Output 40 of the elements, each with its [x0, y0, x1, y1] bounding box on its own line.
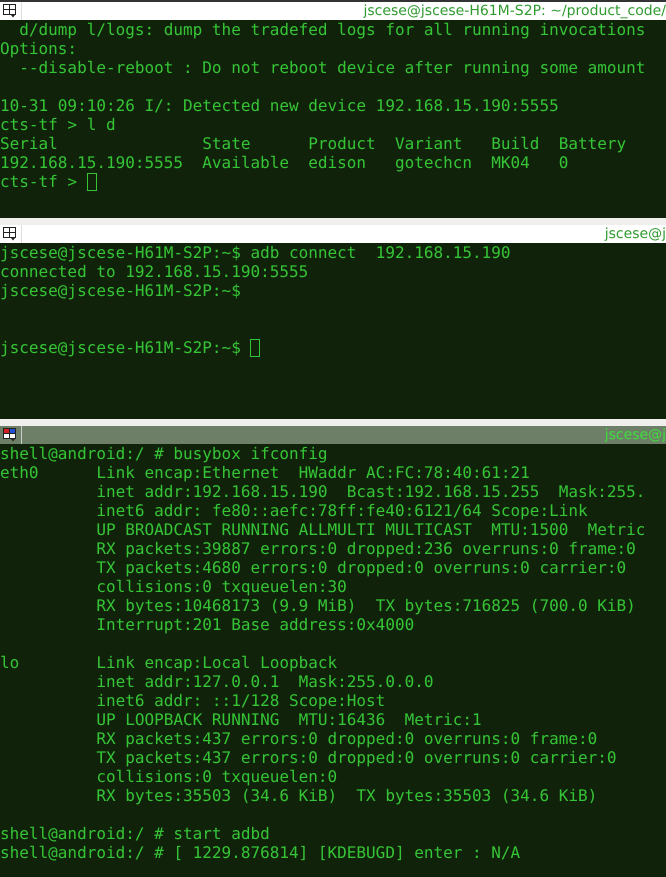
terminal-line: RX bytes:35503 (34.6 KiB) TX bytes:35503 (34.6 KiB)	[95, 786, 598, 805]
terminal-line: Options:	[0, 39, 78, 58]
terminal-line: UP LOOPBACK RUNNING MTU:16436 Metric:1	[95, 710, 482, 729]
terminal-line: shell@android:/ # start adbd	[0, 824, 270, 843]
terminal-line: jscese@jscese-H61M-S2P:~$	[0, 338, 242, 357]
terminal-line: eth0 Link encap:Ethernet HWaddr AC:FC:78:40:61:21	[0, 463, 530, 482]
terminal-line: TX packets:4680 errors:0 dropped:0 overruns:0 carrier:0	[95, 558, 626, 577]
terminal-line: cts-tf >	[0, 172, 78, 191]
terminal-line: Serial State Product Variant Build Battery	[0, 134, 626, 153]
terminal-line: lo Link encap:Local Loopback	[0, 653, 338, 672]
terminal-line: UP BROADCAST RUNNING ALLMULTI MULTICAST MTU:1500 Metric	[95, 520, 646, 539]
pane-title: jscese@j	[604, 426, 666, 444]
terminal-line: inet addr:192.168.15.190 Bcast:192.168.15.255 Mask:255.	[95, 482, 646, 501]
terminal-line: RX packets:437 errors:0 dropped:0 overruns:0 frame:0	[95, 729, 598, 748]
terminal-line: collisions:0 txqueuelen:0	[95, 767, 338, 786]
split-grid-icon[interactable]	[3, 227, 17, 241]
terminal-line: 192.168.15.190:5555 Available edison gotechcn MK04 0	[0, 153, 568, 172]
terminal-line: inet addr:127.0.0.1 Mask:255.0.0.0	[95, 672, 434, 691]
cursor-block	[86, 172, 97, 190]
split-grid-icon[interactable]	[3, 4, 17, 18]
terminal-line: jscese@jscese-H61M-S2P:~$ adb connect 192.168.15.190	[0, 243, 511, 262]
terminal-line: cts-tf > l d	[0, 115, 116, 134]
terminal-line: RX bytes:10468173 (9.9 MiB) TX bytes:716825 (700.0 KiB)	[95, 596, 636, 615]
terminal-line: RX packets:39887 errors:0 dropped:236 overruns:0 frame:0	[95, 539, 636, 558]
cursor-block	[250, 338, 260, 356]
terminal-line: collisions:0 txqueuelen:30	[95, 577, 347, 596]
pane-title: jscese@jscese-H61M-S2P: ~/product_code/	[363, 2, 666, 20]
terminal-line: connected to 192.168.15.190:5555	[0, 262, 308, 281]
terminal-line: TX packets:437 errors:0 dropped:0 overruns:0 carrier:0	[95, 748, 616, 767]
terminal-line: --disable-reboot : Do not reboot device after running some amount	[18, 58, 646, 77]
terminal-line: Interrupt:201 Base address:0x4000	[95, 615, 414, 634]
terminal-line: inet6 addr: fe80::aefc:78ff:fe40:6121/64 Scope:Link	[95, 501, 588, 520]
terminal-line: d/dump l/logs: dump the tradefed logs for all running invocations	[18, 20, 646, 39]
split-grid-icon[interactable]	[3, 428, 17, 442]
terminal-line: shell@android:/ # [ 1229.876814] [KDEBUGD] enter : N/A	[0, 843, 520, 862]
terminal-line: inet6 addr: ::1/128 Scope:Host	[95, 691, 386, 710]
terminal-line: 10-31 09:10:26 I/: Detected new device 192.168.15.190:5555	[0, 96, 559, 115]
terminal-line: shell@android:/ # busybox ifconfig	[0, 444, 328, 463]
terminal-line: jscese@jscese-H61M-S2P:~$	[0, 281, 241, 300]
pane-title: jscese@j	[604, 224, 666, 244]
